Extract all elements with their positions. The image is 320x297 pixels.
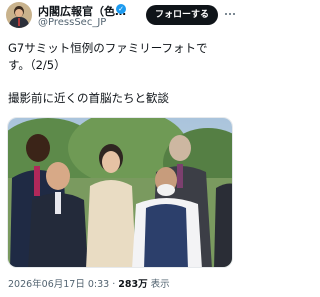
photo-person-jacket [86,180,136,267]
photo-person-beard [157,184,175,196]
photo-person-head [102,151,120,173]
tweet-header: 内閣広報官（色… ✓ @PressSec_JP フォローする [0,0,240,34]
photo-person-tie [177,164,183,188]
avatar-face [15,9,23,17]
photo-person-suit [214,183,232,267]
avatar-tie [18,18,20,26]
photo-person-shirt [55,192,61,214]
more-dot [225,13,227,15]
follow-button[interactable]: フォローする [146,5,218,25]
photo-person-head [26,134,50,162]
tweet-text: G7サミット恒例のファミリーフォトで す。（2/5） 撮影前に近くの首脳たちと歓… [8,40,236,107]
tweet-line-3: 撮影前に近くの首脳たちと歓談 [8,91,169,105]
tweet-line-2: す。（2/5） [8,58,66,72]
avatar[interactable] [6,2,32,28]
more-dot [233,13,235,15]
more-icon[interactable] [224,9,236,19]
verified-badge-icon: ✓ [116,4,126,14]
photo-person-tie [34,166,40,196]
photo-person-head [46,162,70,190]
tweet-meta: 2026年06月17日 0:33 · 283万 表示 [8,276,170,290]
view-count: 283万 [118,279,148,290]
more-dot [229,13,231,15]
photo-person-head [169,135,191,161]
account-handle[interactable]: @PressSec_JP [38,17,106,28]
photo-person-vest [144,204,188,267]
view-label: 表示 [147,279,170,290]
tweet-photo[interactable] [7,117,233,268]
tweet-timestamp[interactable]: 2026年06月17日 0:33 · [8,279,118,290]
tweet-line-1: G7サミット恒例のファミリーフォトで [8,41,208,55]
photo-illustration [8,118,232,267]
